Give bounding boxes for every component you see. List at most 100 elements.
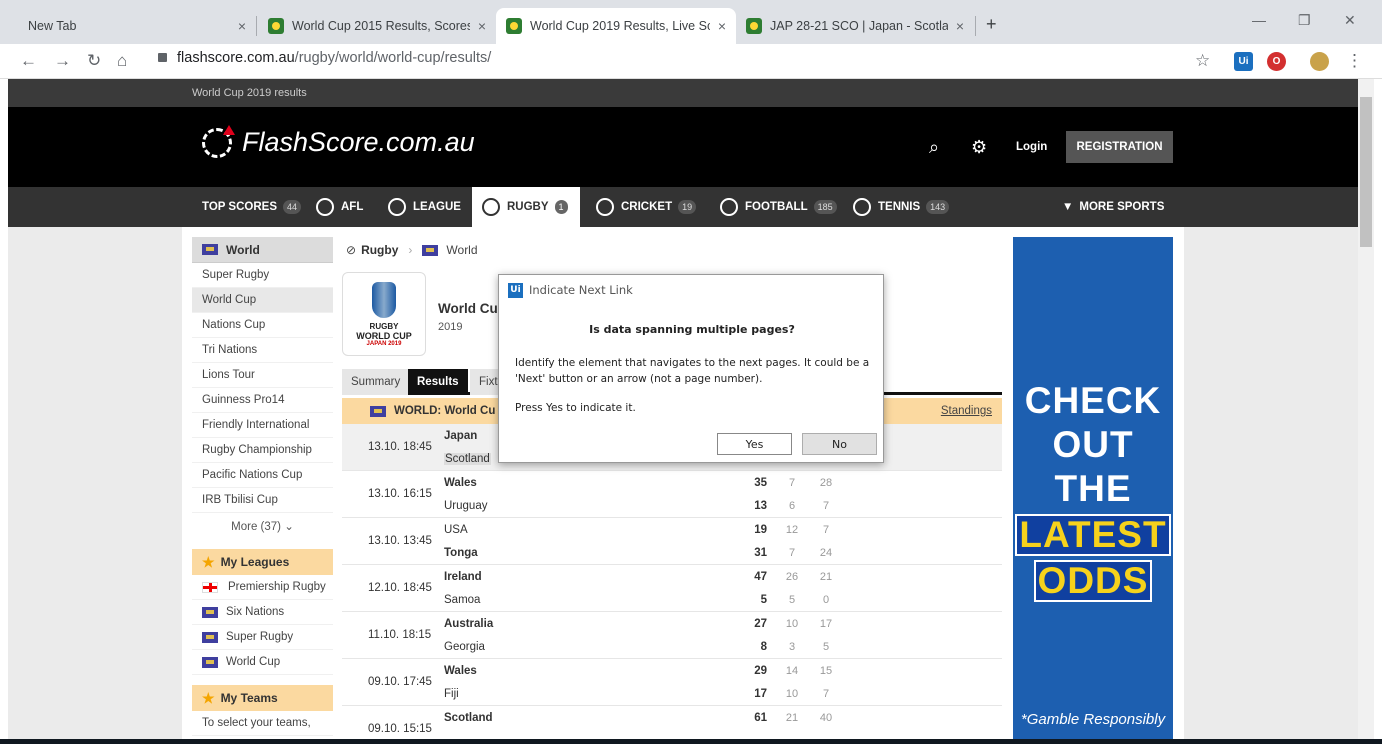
flashscore-favicon-icon: [746, 18, 762, 34]
logo-icon: [202, 124, 235, 158]
breadcrumb-world[interactable]: World: [446, 243, 477, 257]
scrollbar-thumb[interactable]: [1360, 97, 1372, 247]
tournament-year: 2019: [438, 321, 463, 333]
dialog-body: Identify the element that navigates to t…: [515, 357, 870, 385]
tab-world-cup-2019[interactable]: World Cup 2019 Results, Live Sco ×: [496, 8, 736, 44]
my-league-item[interactable]: World Cup: [192, 650, 333, 675]
nav-cricket[interactable]: CRICKET 19: [596, 187, 697, 227]
tab-new-tab[interactable]: New Tab ×: [18, 8, 256, 44]
bookmark-star-icon[interactable]: ☆: [1195, 51, 1210, 71]
sport-nav: TOP SCORES 44 AFL LEAGUE RUGBY 1 CRICKET 19…: [8, 187, 1358, 227]
sidebar-item[interactable]: Pacific Nations Cup: [192, 463, 333, 488]
minimize-icon[interactable]: —: [1252, 12, 1266, 28]
match-row[interactable]: 13.10. 16:15 Wales Uruguay 35 13 7 6 28 7: [342, 471, 1002, 518]
world-flag-icon: [202, 606, 218, 618]
match-row[interactable]: 13.10. 13:45 USA Tonga 19 31 12 7 7 24: [342, 518, 1002, 565]
star-icon: ★: [202, 689, 215, 706]
gear-icon[interactable]: ⚙: [971, 137, 987, 158]
indicate-next-link-dialog: Ui Indicate Next Link Is data spanning mu…: [498, 274, 884, 463]
close-icon[interactable]: ×: [956, 18, 964, 34]
tab-results[interactable]: Results: [408, 369, 468, 395]
sidebar-item[interactable]: Rugby Championship: [192, 438, 333, 463]
match-row[interactable]: 11.10. 18:15 Australia Georgia 27 8 10 3 17 5: [342, 612, 1002, 659]
main-column: ⊘ Rugby › World RUGBY WORLD CUP JAPAN 2019 …: [342, 237, 1002, 735]
nav-league[interactable]: LEAGUE: [388, 187, 461, 227]
match-row[interactable]: 09.10. 17:45 Wales Fiji 29 17 14 10 15 7: [342, 659, 1002, 706]
dialog-question: Is data spanning multiple pages?: [589, 323, 795, 336]
page-scrollbar[interactable]: [1358, 79, 1374, 739]
nav-afl[interactable]: AFL: [316, 187, 363, 227]
close-icon[interactable]: ×: [478, 18, 486, 34]
nav-tennis[interactable]: TENNIS 143: [853, 187, 950, 227]
sidebar-header-world[interactable]: World: [192, 237, 333, 263]
standings-link[interactable]: Standings: [941, 405, 992, 417]
world-flag-icon: [202, 656, 218, 668]
login-link[interactable]: Login: [1016, 141, 1047, 153]
tab-world-cup-2015[interactable]: World Cup 2015 Results, Scores - ×: [258, 8, 496, 44]
flashscore-favicon-icon: [506, 18, 522, 34]
taskbar: [0, 739, 1382, 744]
back-icon[interactable]: ←: [20, 51, 37, 71]
forward-icon[interactable]: →: [54, 51, 71, 71]
rugby-icon: [482, 198, 500, 216]
left-sidebar: World Super Rugby World Cup Nations Cup …: [192, 237, 333, 736]
extension-icon[interactable]: O: [1267, 52, 1286, 71]
cricket-icon: [596, 198, 614, 216]
breadcrumb-rugby[interactable]: Rugby: [361, 243, 398, 257]
close-icon[interactable]: ×: [238, 18, 246, 34]
league-icon: [388, 198, 406, 216]
window-close-icon[interactable]: ✕: [1344, 12, 1356, 29]
more-leagues-link[interactable]: More (37) ⌄: [192, 513, 333, 539]
avatar[interactable]: [1310, 52, 1329, 71]
nav-football[interactable]: FOOTBALL 185: [720, 187, 837, 227]
tab-summary[interactable]: Summary: [342, 369, 408, 395]
uipath-icon: Ui: [508, 282, 523, 298]
match-row[interactable]: 12.10. 18:45 Ireland Samoa 47 5 26 5 21 0: [342, 565, 1002, 612]
restore-icon[interactable]: ❐: [1298, 12, 1311, 29]
football-icon: [720, 198, 738, 216]
breadcrumb: ⊘ Rugby › World: [342, 237, 1002, 263]
tournament-logo: RUGBY WORLD CUP JAPAN 2019: [342, 272, 426, 356]
browser-toolbar: ← → ↻ ⌂ flashscore.com.au/rugby/world/wo…: [0, 44, 1382, 79]
my-league-item[interactable]: Six Nations: [192, 600, 333, 625]
odds-advertisement[interactable]: CHECK OUT THE LATEST ODDS *Gamble Responsib…: [1013, 237, 1173, 744]
menu-dots-icon[interactable]: ⋮: [1346, 51, 1363, 71]
chevron-down-icon: ⌄: [284, 521, 294, 533]
world-flag-icon: [422, 244, 439, 256]
top-strip: World Cup 2019 results: [8, 79, 1358, 107]
new-tab-button[interactable]: +: [986, 14, 997, 35]
sidebar-item[interactable]: Nations Cup: [192, 313, 333, 338]
close-icon[interactable]: ×: [718, 18, 726, 34]
tab-jap-sco[interactable]: JAP 28-21 SCO | Japan - Scotland ×: [736, 8, 974, 44]
lock-icon: [158, 53, 167, 62]
sidebar-item[interactable]: IRB Tbilisi Cup: [192, 488, 333, 513]
my-league-item[interactable]: Premiership Rugby: [192, 575, 333, 600]
nav-more-sports[interactable]: ▼ MORE SPORTS: [1062, 187, 1164, 227]
home-icon[interactable]: ⌂: [117, 51, 127, 71]
sidebar-item[interactable]: Friendly International: [192, 413, 333, 438]
tournament-name: World Cu: [438, 301, 498, 316]
sidebar-item[interactable]: Guinness Pro14: [192, 388, 333, 413]
registration-button[interactable]: REGISTRATION: [1066, 131, 1173, 163]
my-league-item[interactable]: Super Rugby: [192, 625, 333, 650]
world-flag-icon: [370, 406, 386, 417]
uipath-extension-icon[interactable]: Ui: [1234, 52, 1253, 71]
rugby-icon: ⊘: [346, 243, 357, 257]
search-icon[interactable]: ⌕: [929, 137, 939, 158]
address-bar[interactable]: flashscore.com.au/rugby/world/world-cup/…: [158, 50, 491, 66]
nav-rugby[interactable]: RUGBY 1: [472, 187, 580, 227]
sidebar-item[interactable]: Tri Nations: [192, 338, 333, 363]
reload-icon[interactable]: ↻: [87, 51, 101, 71]
sidebar-item[interactable]: World Cup: [192, 288, 333, 313]
yes-button[interactable]: Yes: [717, 433, 792, 455]
no-button[interactable]: No: [802, 433, 877, 455]
world-flag-icon: [202, 631, 218, 643]
sidebar-item[interactable]: Super Rugby: [192, 263, 333, 288]
results-table: 13.10. 18:45 Japan Scotland 13.10. 16:15 Wa…: [342, 424, 1002, 744]
flashscore-logo[interactable]: FlashScore.com.au: [202, 124, 475, 158]
nav-top-scores[interactable]: TOP SCORES 44: [202, 187, 302, 227]
tennis-icon: [853, 198, 871, 216]
chevron-right-icon: ›: [408, 243, 413, 257]
england-flag-icon: [202, 581, 218, 593]
sidebar-item[interactable]: Lions Tour: [192, 363, 333, 388]
